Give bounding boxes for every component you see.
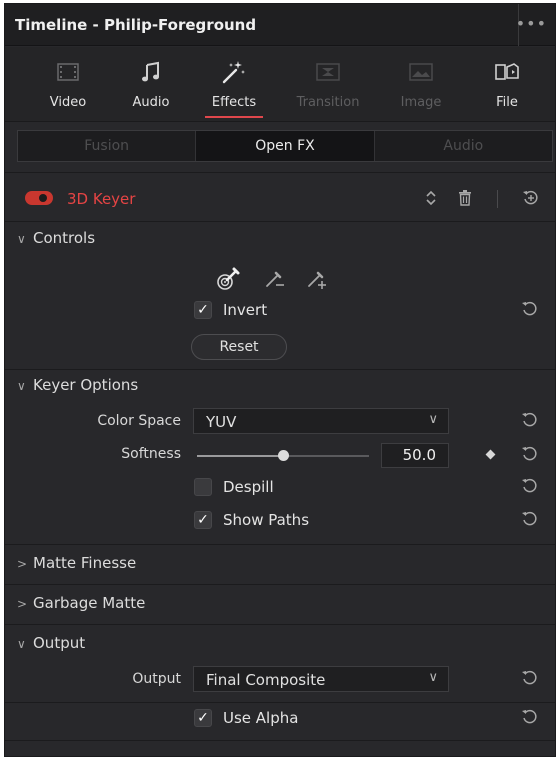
chevron-down-icon: ∨ <box>428 670 438 685</box>
divider <box>5 221 555 222</box>
color-picker-icon[interactable] <box>215 264 243 292</box>
output-label: Output <box>132 671 181 687</box>
video-icon <box>57 63 79 81</box>
softness-slider-fill <box>197 455 283 457</box>
picker-minus-icon[interactable] <box>263 266 287 290</box>
tab-effects[interactable]: Effects <box>199 47 269 121</box>
header-divider <box>497 190 498 208</box>
inspector-titlebar: Timeline - Philip-Foreground ••• <box>5 4 555 46</box>
tab-file-label: File <box>496 95 518 110</box>
subtab-fusion[interactable]: Fusion <box>18 131 197 161</box>
reset-icon[interactable] <box>521 300 541 320</box>
effect-source-selector: Fusion Open FX Audio <box>17 130 553 162</box>
reset-icon[interactable] <box>521 669 541 689</box>
divider <box>5 624 555 625</box>
invert-checkbox[interactable]: ✓ <box>194 301 212 319</box>
file-icon <box>495 63 519 80</box>
transition-icon <box>316 63 340 81</box>
reset-icon[interactable] <box>521 708 541 728</box>
subtab-audio[interactable]: Audio <box>375 131 552 161</box>
despill-label: Despill <box>223 478 274 496</box>
subtab-openfx[interactable]: Open FX <box>196 131 375 161</box>
chevron-right-icon[interactable]: > <box>17 597 27 611</box>
despill-checkbox[interactable] <box>194 478 212 496</box>
tab-transition-label: Transition <box>296 95 360 110</box>
tab-video[interactable]: Video <box>33 47 103 121</box>
tab-audio-label: Audio <box>132 95 170 110</box>
color-space-label: Color Space <box>97 413 181 429</box>
effect-enable-toggle[interactable] <box>25 191 53 205</box>
inspector-panel: Timeline - Philip-Foreground ••• Video A… <box>4 3 556 757</box>
chevron-right-icon[interactable]: > <box>17 557 27 571</box>
reset-icon[interactable] <box>521 445 541 465</box>
divider <box>5 544 555 545</box>
trash-icon[interactable] <box>455 186 475 210</box>
options-menu-icon[interactable]: ••• <box>516 14 547 33</box>
section-controls-header[interactable]: Controls <box>33 229 95 247</box>
divider <box>5 584 555 585</box>
active-tab-underline <box>205 116 263 118</box>
reset-effect-icon[interactable] <box>521 186 541 210</box>
inspector-tab-bar: Video Audio Effects Transition Image Fil… <box>5 47 555 122</box>
softness-value-field[interactable]: 50.0 <box>381 443 449 468</box>
divider <box>5 172 555 173</box>
invert-label: Invert <box>223 301 268 319</box>
color-space-dropdown[interactable]: YUV ∨ <box>193 408 449 434</box>
use-alpha-label: Use Alpha <box>223 709 299 727</box>
chevron-down-icon[interactable]: ∨ <box>17 637 26 651</box>
tab-effects-label: Effects <box>211 95 257 110</box>
softness-slider-handle[interactable] <box>278 450 289 461</box>
show-paths-checkbox[interactable]: ✓ <box>194 511 212 529</box>
image-icon <box>409 63 433 81</box>
keyframe-diamond-icon[interactable] <box>485 449 496 460</box>
chevron-down-icon[interactable]: ∨ <box>17 232 26 246</box>
effect-header: 3D Keyer <box>5 177 555 221</box>
tab-transition: Transition <box>293 47 363 121</box>
picker-plus-icon[interactable] <box>305 266 329 290</box>
inspector-title: Timeline - Philip-Foreground <box>15 16 257 34</box>
section-keyer-options-header[interactable]: Keyer Options <box>33 376 138 394</box>
output-value: Final Composite <box>206 671 326 689</box>
reorder-icon[interactable] <box>421 186 441 210</box>
tab-image: Image <box>386 47 456 121</box>
reset-icon[interactable] <box>521 510 541 530</box>
softness-label: Softness <box>121 446 181 462</box>
divider <box>5 369 555 370</box>
tab-image-label: Image <box>400 95 442 110</box>
reset-icon[interactable] <box>521 411 541 431</box>
tab-audio[interactable]: Audio <box>116 47 186 121</box>
chevron-down-icon[interactable]: ∨ <box>17 379 26 393</box>
section-garbage-matte-header[interactable]: Garbage Matte <box>33 594 145 612</box>
divider <box>5 740 555 741</box>
tab-video-label: Video <box>49 95 87 110</box>
reset-button[interactable]: Reset <box>191 334 287 360</box>
divider <box>5 702 555 703</box>
effect-name: 3D Keyer <box>67 190 136 208</box>
section-matte-finesse-header[interactable]: Matte Finesse <box>33 554 136 572</box>
color-space-value: YUV <box>206 413 237 431</box>
output-dropdown[interactable]: Final Composite ∨ <box>193 666 449 692</box>
use-alpha-checkbox[interactable]: ✓ <box>194 709 212 727</box>
show-paths-label: Show Paths <box>223 511 310 529</box>
tab-file[interactable]: File <box>472 47 542 121</box>
audio-note-icon <box>142 61 159 82</box>
section-output-header[interactable]: Output <box>33 634 85 652</box>
magic-wand-icon <box>222 61 245 84</box>
chevron-down-icon: ∨ <box>428 412 438 427</box>
reset-icon[interactable] <box>521 477 541 497</box>
